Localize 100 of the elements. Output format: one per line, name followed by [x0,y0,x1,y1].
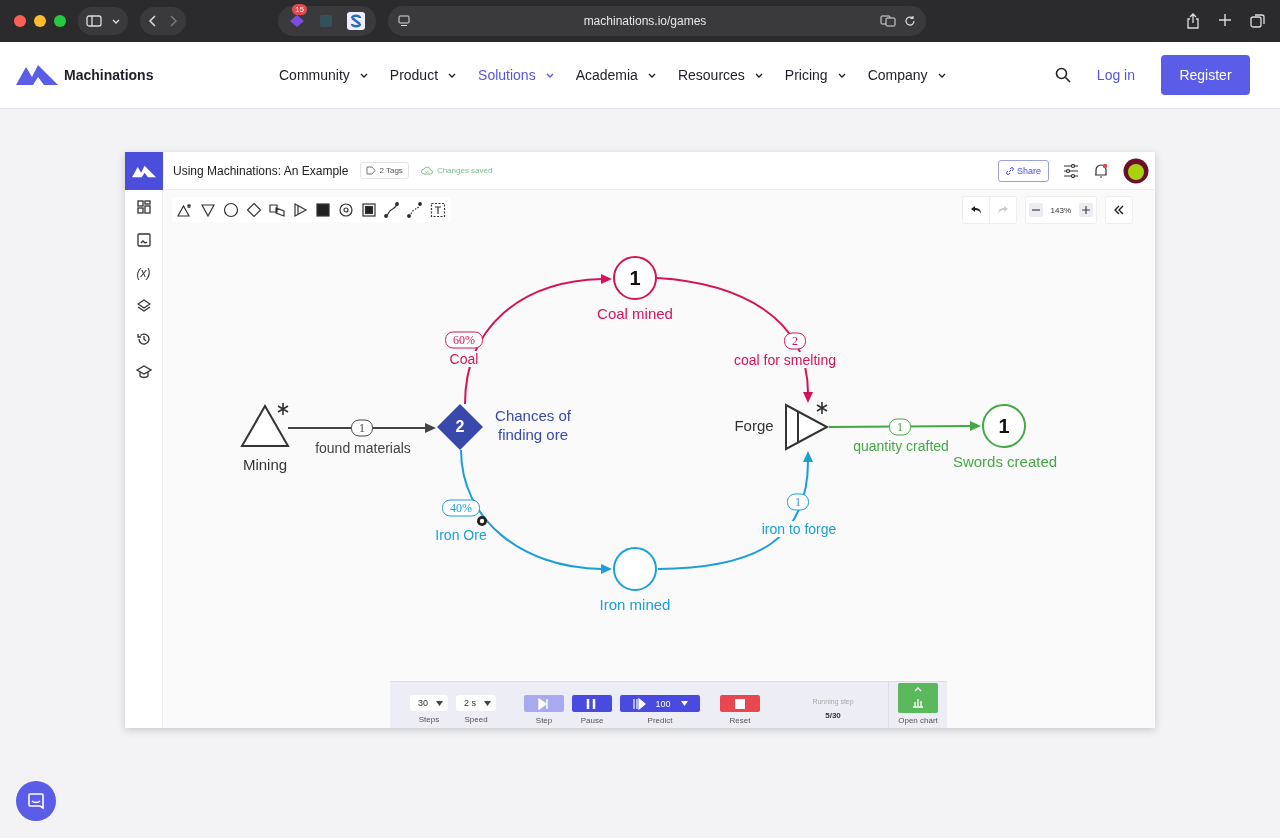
register-button[interactable]: Register [1161,55,1250,95]
flow-rate-label: 1 [889,418,911,436]
chevron-down-icon [112,18,120,24]
collapse-icon[interactable] [1114,205,1124,215]
new-tab-icon[interactable] [1218,13,1232,27]
tags-button[interactable]: 2 Tags [360,162,409,179]
steps-dropdown[interactable]: 30 [410,695,448,711]
forward-icon[interactable] [168,15,178,27]
chevron-down-icon [545,72,554,78]
node-value: 2 [455,418,465,436]
notification-bell-icon[interactable] [1093,162,1109,179]
resource-connection-tool-icon[interactable] [384,201,400,218]
plus-icon [1082,206,1090,214]
back-icon[interactable] [148,15,158,27]
user-avatar[interactable] [1123,157,1149,184]
settings-icon[interactable] [1063,163,1079,178]
logo-icon[interactable] [16,64,58,86]
variables-button[interactable]: (x) [136,266,151,280]
translate-icon[interactable] [880,15,896,27]
tab-favicon-icon[interactable] [346,11,366,31]
drain-tool-icon[interactable] [200,201,216,218]
diagram-title[interactable]: Using Machinations: An Example [173,163,349,178]
button-caption: Predict [647,716,673,725]
step-icon [537,697,551,710]
flow-rate-label: 1 [787,493,809,511]
converter-tool-icon[interactable] [292,201,308,218]
predict-button[interactable]: 100 [620,695,701,712]
window-minimize-button[interactable] [34,15,46,27]
state-connection-tool-icon[interactable] [407,201,423,218]
minus-icon [1031,209,1040,211]
reset-button[interactable] [720,695,761,712]
pause-button[interactable] [572,695,613,712]
layers-icon[interactable] [136,299,151,313]
cloud-check-icon [420,166,433,175]
chat-button[interactable] [16,781,56,821]
reset-icon [733,697,747,710]
flow-rate-label: 40% [442,499,480,517]
nav-menu-item[interactable]: Academia [575,67,656,83]
history-icon[interactable] [136,332,151,346]
zoom-in-button[interactable] [1079,203,1093,217]
trader-tool-icon[interactable] [269,201,285,218]
login-link[interactable]: Log in [1096,67,1135,83]
button-caption: Reset [729,716,751,725]
zoom-level: 143% [1049,205,1072,215]
connection-label: iron to forge [759,521,839,537]
search-icon[interactable] [1054,67,1071,83]
connection-label: coal for smelting [732,352,838,368]
academy-icon[interactable] [135,365,152,379]
dashboard-icon[interactable] [136,200,151,214]
gate-tool-icon[interactable] [246,201,262,218]
connection-label: found materials [313,440,413,456]
open-chart-caption: Open chart [898,716,938,725]
tab-overview-icon[interactable] [1250,13,1266,29]
save-status: Changes saved [420,166,493,175]
caret-icon [436,700,443,706]
flow-rate-label: 60% [445,331,483,349]
nav-menu-item[interactable]: Resources [677,67,763,83]
connection-label: quantity crafted [851,438,951,454]
running-step-value: 5/30 [825,711,841,720]
logo-icon[interactable] [132,164,156,178]
speed-caption: Speed [464,715,488,724]
notification-badge: 15 [292,4,307,15]
undo-icon[interactable] [969,205,982,215]
window-close-button[interactable] [14,15,26,27]
chevron-down-icon [937,72,946,78]
predict-count[interactable]: 100 [655,698,671,709]
connection-label: Iron Ore [433,527,489,543]
node-value: 1 [998,414,1010,438]
tag-icon [366,166,377,175]
nav-menu-item[interactable]: Solutions [478,67,554,83]
chevron-down-icon [837,72,846,78]
reload-icon[interactable] [904,15,916,27]
text-tool-icon[interactable] [430,201,446,218]
sidebar-toggle-icon[interactable] [86,15,102,27]
image-icon[interactable] [136,233,151,247]
brand-name[interactable]: Machinations [64,67,279,83]
chevron-down-icon [754,72,763,78]
chart-icon [911,687,925,709]
connection-label: Coal [447,351,481,367]
caret-icon [680,701,688,706]
share-button[interactable]: Share [997,159,1049,182]
nav-menu-item[interactable]: Company [867,67,946,83]
nav-menu-item[interactable]: Community [279,67,368,83]
pool-tool-icon[interactable] [223,201,239,218]
delay-tool-icon[interactable] [361,201,377,218]
formula-tool-icon[interactable] [315,201,331,218]
register-tool-icon[interactable] [338,201,354,218]
page-menu-icon[interactable] [398,15,410,27]
window-maximize-button[interactable] [54,15,66,27]
share-icon[interactable] [1186,13,1200,29]
flow-rate-label: 1 [351,419,373,437]
nav-menu-item[interactable]: Product [389,67,457,83]
chevron-down-icon [359,72,368,78]
caret-icon [484,700,492,706]
zoom-out-button[interactable] [1028,203,1043,217]
speed-dropdown[interactable]: 2 s [456,695,497,711]
nav-menu-item[interactable]: Pricing [784,67,846,83]
steps-caption: Steps [418,715,440,724]
button-caption: Pause [580,716,604,725]
source-tool-icon[interactable] [177,201,193,218]
